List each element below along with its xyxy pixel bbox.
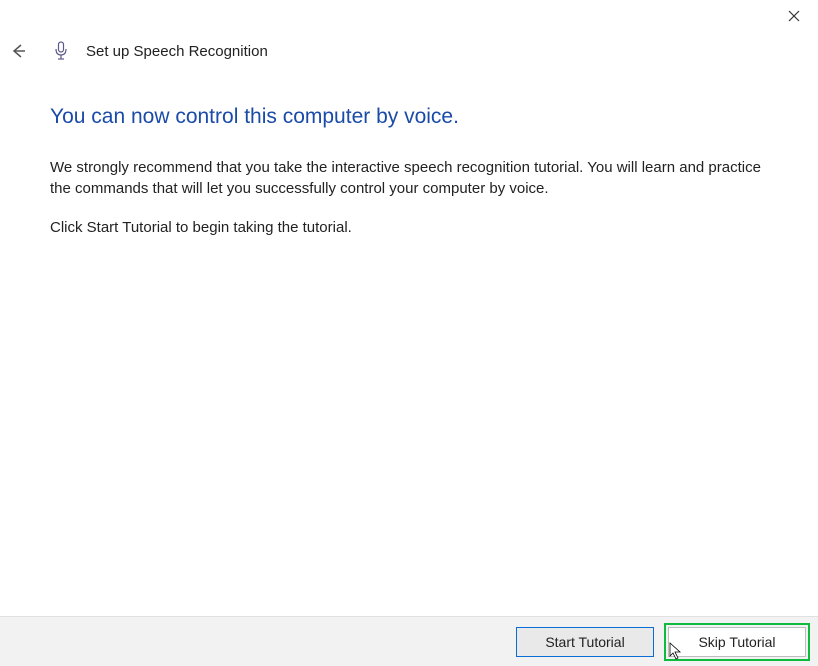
skip-tutorial-highlight: Skip Tutorial — [664, 623, 810, 661]
start-tutorial-button[interactable]: Start Tutorial — [516, 627, 654, 657]
back-arrow-icon[interactable] — [8, 41, 28, 61]
header-bar: Set up Speech Recognition — [8, 40, 268, 62]
footer-bar: Start Tutorial Skip Tutorial — [0, 616, 818, 666]
instruction-paragraph-2: Click Start Tutorial to begin taking the… — [50, 217, 768, 238]
close-icon[interactable] — [782, 4, 806, 28]
skip-tutorial-button[interactable]: Skip Tutorial — [668, 627, 806, 657]
skip-tutorial-label: Skip Tutorial — [698, 634, 775, 650]
microphone-icon — [52, 40, 70, 62]
cursor-icon — [669, 642, 683, 663]
instruction-paragraph-1: We strongly recommend that you take the … — [50, 157, 768, 199]
content-area: You can now control this computer by voi… — [50, 105, 768, 256]
page-title: Set up Speech Recognition — [86, 43, 268, 60]
main-heading: You can now control this computer by voi… — [50, 105, 768, 129]
